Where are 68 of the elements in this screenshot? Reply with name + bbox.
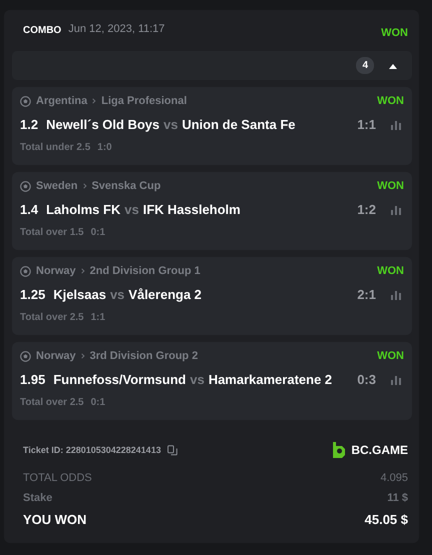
soccer-ball-icon	[20, 180, 31, 192]
league-name: 3rd Division Group 2	[90, 350, 198, 362]
market-name: Total over 2.5	[20, 312, 84, 323]
market-result: 0:1	[90, 227, 106, 238]
market-name: Total over 1.5	[20, 227, 84, 238]
bet-type: COMBO	[23, 24, 62, 36]
versus-label: vs	[164, 117, 178, 132]
home-team: Kjelsaas	[53, 287, 106, 302]
match-score: 1:2	[357, 202, 376, 217]
soccer-ball-icon	[20, 350, 31, 362]
total-label: Stake	[23, 492, 52, 504]
total-value: 11 $	[387, 492, 408, 504]
total-value: 45.05 $	[364, 512, 408, 526]
home-team: Newell´s Old Boys	[46, 117, 160, 132]
match-odds: 1.95	[20, 372, 46, 387]
stats-icon[interactable]	[390, 204, 402, 214]
versus-label: vs	[124, 202, 139, 217]
market-result: 0:1	[90, 397, 106, 408]
match-odds: 1.25	[20, 287, 46, 302]
away-team: Union de Santa Fe	[182, 117, 296, 132]
caret-icon[interactable]	[388, 62, 398, 68]
match-score: 2:1	[357, 287, 376, 302]
match-score: 1:1	[357, 117, 376, 132]
home-team: Laholms FK	[46, 202, 120, 217]
bet-status: WON	[381, 27, 408, 39]
versus-label: vs	[110, 287, 125, 302]
league-name: Liga Profesional	[101, 95, 187, 107]
ticket-id: Ticket ID: 2280105304228241413	[23, 445, 161, 455]
brand-logo-icon	[332, 442, 346, 458]
market-name: Total under 2.5	[20, 142, 90, 153]
match-status: WON	[377, 180, 404, 192]
home-team: Funnefoss/Vormsund	[53, 372, 186, 387]
away-team: IFK Hassleholm	[142, 202, 240, 217]
country-name: Argentina	[36, 95, 88, 107]
market-name: Total over 2.5	[20, 397, 84, 408]
total-value: 4.095	[380, 472, 408, 484]
copy-icon[interactable]	[166, 444, 178, 456]
soccer-ball-icon	[20, 266, 31, 276]
match-score: 0:3	[357, 372, 376, 387]
league-name: Svenska Cup	[92, 180, 161, 192]
legs-count-badge: 4	[356, 57, 374, 74]
versus-label: vs	[190, 372, 204, 387]
chevron-icon	[92, 98, 96, 104]
country-name: Sweden	[36, 180, 78, 192]
market-result: 1:0	[97, 142, 112, 153]
total-label: TOTAL ODDS	[23, 472, 92, 484]
country-name: Norway	[36, 265, 76, 277]
chevron-icon	[80, 268, 85, 274]
brand-name: BC.GAME	[351, 443, 408, 457]
country-name: Norway	[36, 350, 76, 362]
stats-icon[interactable]	[390, 374, 402, 384]
match-status: WON	[377, 95, 404, 107]
match-status: WON	[377, 350, 404, 362]
legs-toggle-bar[interactable]: 4	[12, 51, 412, 80]
match-odds: 1.4	[20, 202, 38, 217]
match-status: WON	[377, 265, 404, 277]
bet-date: Jun 12, 2023, 11:17	[68, 23, 165, 35]
stats-icon[interactable]	[390, 290, 402, 300]
match-odds: 1.2	[20, 117, 38, 132]
league-name: 2nd Division Group 1	[90, 265, 200, 277]
chevron-icon	[82, 183, 87, 189]
market-result: 1:1	[90, 312, 106, 323]
chevron-icon	[80, 353, 85, 359]
total-label: YOU WON	[23, 512, 87, 526]
stats-icon[interactable]	[390, 120, 402, 130]
away-team: Vålerenga 2	[128, 287, 202, 302]
soccer-ball-icon	[20, 96, 31, 106]
away-team: Hamarkameratene 2	[208, 372, 332, 387]
